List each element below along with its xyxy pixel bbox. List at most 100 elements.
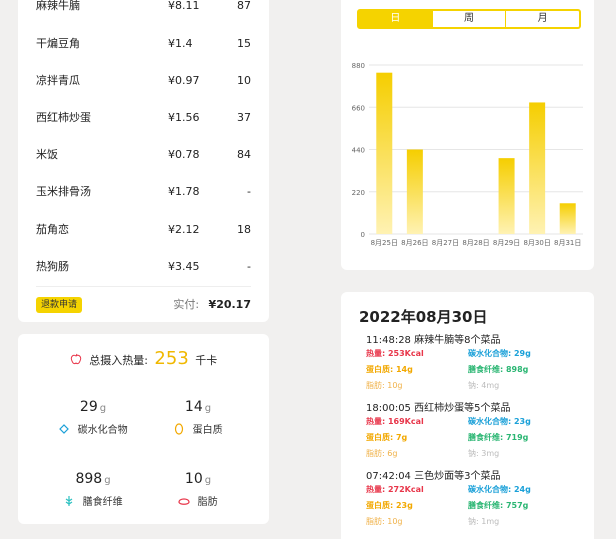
receipt-row: 干煸豆角 ¥1.4 15: [18, 34, 269, 54]
tab-month[interactable]: 月: [505, 11, 579, 27]
fat-stat: 10 g 脂肪: [148, 468, 248, 508]
x-tick-label: 8月31日: [554, 239, 581, 247]
y-tick-label: 440: [352, 147, 365, 155]
x-tick-label: 8月26日: [401, 239, 428, 247]
meal-protein: 蛋白质: 23g: [366, 501, 413, 510]
bar-chart: 02204406608808月25日 8月26日 8月27日 8月28日 8月29日 8月…: [352, 62, 583, 247]
protein-unit: g: [204, 403, 212, 414]
total-value: 253: [154, 348, 189, 369]
fiber-icon: [66, 496, 73, 506]
item-qty: 37: [237, 111, 251, 124]
receipt-row: 麻辣牛腩 ¥8.11 87: [18, 0, 269, 16]
item-qty: 87: [237, 0, 251, 12]
protein-stat: 14 g 蛋白质: [148, 396, 248, 436]
bar: [559, 203, 576, 234]
item-name: 西红柿炒蛋: [36, 111, 91, 124]
meal-fiber: 膳食纤维: 719g: [468, 433, 529, 442]
item-price: ¥8.11: [168, 0, 200, 12]
fat-icon: [178, 498, 191, 505]
fiber-value: 898: [75, 471, 103, 487]
x-tick-label: 8月27日: [432, 239, 459, 247]
paid-total: 实付: ¥20.17: [173, 297, 251, 313]
bar: [529, 102, 546, 234]
meal-header: 07:42:04 三色炒面等3个菜品: [366, 471, 501, 482]
receipt-row: 玉米排骨汤 ¥1.78 -: [18, 182, 269, 202]
meal-heat: 热量: 272Kcal: [366, 485, 424, 494]
meal-sodium: 钠: 1mg: [468, 517, 500, 526]
refund-button[interactable]: 退款申请: [36, 297, 83, 313]
meal-carbs: 碳水化合物: 23g: [468, 417, 531, 426]
x-tick-label: 8月28日: [462, 239, 489, 247]
meal-carbs: 碳水化合物: 29g: [468, 349, 531, 358]
item-price: ¥0.78: [168, 148, 200, 161]
paid-amount: ¥20.17: [208, 298, 251, 311]
meal-sodium: 钠: 4mg: [468, 381, 500, 390]
item-name: 茄角恋: [36, 223, 69, 236]
meal-heat: 热量: 169Kcal: [366, 417, 424, 426]
fat-unit: g: [204, 475, 212, 486]
item-price: ¥1.4: [168, 37, 193, 50]
item-qty: -: [247, 185, 251, 198]
item-qty: 10: [237, 74, 251, 87]
y-tick-label: 880: [352, 62, 365, 70]
item-name: 干煸豆角: [36, 37, 80, 50]
receipt-row: 热狗肠 ¥3.45 -: [18, 257, 269, 277]
meal-heat: 热量: 253Kcal: [366, 349, 424, 358]
item-qty: -: [247, 260, 251, 273]
item-name: 麻辣牛腩: [36, 0, 80, 12]
meal-fiber: 膳食纤维: 898g: [468, 365, 529, 374]
bar: [498, 158, 515, 234]
carbs-label: 碳水化合物: [77, 425, 128, 436]
fiber-label: 膳食纤维: [82, 497, 123, 508]
carbs-unit: g: [99, 403, 107, 414]
meal-header: 11:48:28 麻辣牛腩等8个菜品: [366, 335, 501, 346]
fiber-stat: 898 g 膳食纤维: [43, 468, 143, 508]
total-label: 总摄入热量:: [89, 354, 148, 367]
tab-day[interactable]: 日: [359, 11, 432, 27]
meal-fat: 脂肪: 6g: [366, 449, 398, 458]
bar: [406, 149, 423, 234]
item-price: ¥2.12: [168, 223, 200, 236]
total-calories: 总摄入热量: 253 千卡: [18, 348, 269, 369]
meals-date: 2022年08月30日: [359, 308, 488, 326]
item-qty: 15: [237, 37, 251, 50]
item-name: 凉拌青瓜: [36, 74, 80, 87]
y-tick-label: 220: [352, 189, 365, 197]
meal-fiber: 膳食纤维: 757g: [468, 501, 529, 510]
fat-value: 10: [184, 471, 203, 487]
chart-panel: 日 周 月 0 220 440 660 880 8月25日 8月26日 8月27日 8月28日 8…: [341, 0, 594, 270]
receipt-row: 米饭 ¥0.78 84: [18, 145, 269, 165]
meal-fat: 脂肪: 10g: [366, 517, 403, 526]
carb-icon: [59, 424, 70, 434]
protein-icon: [175, 423, 184, 435]
item-name: 玉米排骨汤: [36, 185, 91, 198]
meal-carbs: 碳水化合物: 24g: [468, 485, 531, 494]
divider: [36, 286, 251, 287]
receipt-row: 西红柿炒蛋 ¥1.56 37: [18, 108, 269, 128]
item-price: ¥1.56: [168, 111, 200, 124]
meal-protein: 蛋白质: 7g: [366, 433, 408, 442]
tab-week[interactable]: 周: [431, 11, 506, 27]
y-tick-label: 660: [352, 104, 365, 112]
receipt-panel: 麻辣牛腩 ¥8.11 87 干煸豆角 ¥1.4 15 凉拌青瓜 ¥0.97 10…: [18, 0, 269, 322]
y-tick-label: 0: [361, 231, 365, 239]
fiber-unit: g: [104, 475, 111, 486]
item-price: ¥1.78: [168, 185, 200, 198]
receipt-row: 茄角恋 ¥2.12 18: [18, 220, 269, 240]
item-price: ¥0.97: [168, 74, 200, 87]
x-tick-label: 8月30日: [523, 239, 550, 247]
nutrition-panel: 总摄入热量: 253 千卡 29 g 碳水化合物 14 g 蛋白质 898 g 膳食纤…: [18, 334, 269, 524]
meal-sodium: 钠: 3mg: [468, 449, 500, 458]
paid-label: 实付:: [173, 298, 200, 311]
x-tick-label: 8月29日: [493, 239, 520, 247]
meal-header: 18:00:05 西红柿炒蛋等5个菜品: [366, 403, 511, 414]
protein-label: 蛋白质: [192, 425, 223, 436]
item-qty: 18: [237, 223, 251, 236]
carbs-stat: 29 g 碳水化合物: [43, 396, 143, 436]
item-name: 米饭: [36, 148, 58, 161]
bar: [376, 72, 393, 234]
item-price: ¥3.45: [168, 260, 200, 273]
meal-fat: 脂肪: 10g: [366, 381, 403, 390]
total-unit: 千卡: [195, 354, 218, 367]
x-tick-label: 8月25日: [371, 239, 398, 247]
